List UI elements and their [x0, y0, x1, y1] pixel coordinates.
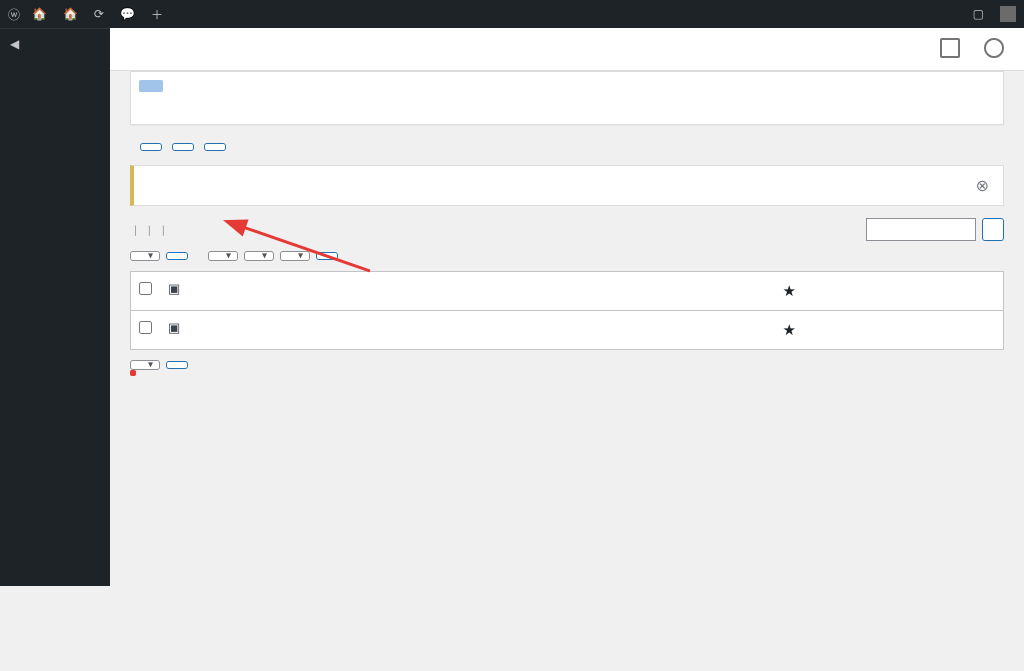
image-icon: ▣ — [168, 282, 180, 297]
col-stats — [954, 272, 1004, 311]
view-filters: | | | — [130, 223, 169, 237]
inbox-button[interactable] — [940, 38, 960, 60]
howdy-user[interactable] — [996, 6, 1016, 22]
comments[interactable]: 💬 — [120, 7, 139, 21]
remove-coupon-button[interactable] — [139, 80, 163, 92]
woocommerce-header — [110, 28, 1024, 71]
updates[interactable]: ⟳ — [94, 7, 108, 21]
category-select[interactable] — [208, 251, 238, 261]
star-icon: ★ — [782, 321, 795, 339]
mailchimp-notice: ⊗ — [130, 165, 1004, 206]
bulk-actions-select-bottom[interactable] — [130, 360, 160, 370]
apply-bulk-button[interactable] — [166, 252, 188, 260]
apply-bulk-button-bottom[interactable] — [166, 361, 188, 369]
finish-setup-icon — [984, 38, 1004, 58]
content-area: ⊗ | | | — [110, 28, 1024, 586]
annotation-highlight — [130, 370, 136, 376]
col-categories — [575, 272, 675, 311]
collapse-menu[interactable]: ◀ — [0, 28, 110, 59]
finish-setup-button[interactable] — [984, 38, 1004, 60]
admin-bar: ⓦ 🏠 🏠 ⟳ 💬 ＋ ▢ — [0, 0, 1024, 28]
new-content[interactable]: ＋ — [151, 6, 167, 23]
add-new-button[interactable] — [140, 143, 162, 151]
my-sites[interactable]: 🏠 — [32, 7, 51, 21]
stock-status-select[interactable] — [280, 251, 310, 261]
image-icon: ▣ — [168, 321, 180, 336]
import-button[interactable] — [172, 143, 194, 151]
admin-sidebar: ◀ — [0, 28, 110, 586]
wp-logo-icon[interactable]: ⓦ — [8, 6, 20, 23]
col-stock — [445, 272, 515, 311]
filter-button[interactable] — [316, 252, 338, 260]
bulk-actions-select[interactable] — [130, 251, 160, 261]
select-all-checkbox-footer[interactable] — [139, 321, 152, 334]
products-table: ▣ ★ ▣ — [130, 271, 1004, 350]
close-icon[interactable]: ⊗ — [976, 176, 989, 195]
product-type-select[interactable] — [244, 251, 274, 261]
select-all-checkbox[interactable] — [139, 282, 152, 295]
search-input[interactable] — [866, 218, 976, 241]
star-icon: ★ — [782, 282, 795, 300]
notification-icon[interactable]: ▢ — [973, 7, 984, 21]
annotation-arrow — [110, 71, 1010, 671]
search-button[interactable] — [982, 218, 1004, 241]
inbox-icon — [940, 38, 960, 58]
export-button[interactable] — [204, 143, 226, 151]
col-tags — [675, 272, 775, 311]
site-name[interactable]: 🏠 — [63, 7, 82, 21]
